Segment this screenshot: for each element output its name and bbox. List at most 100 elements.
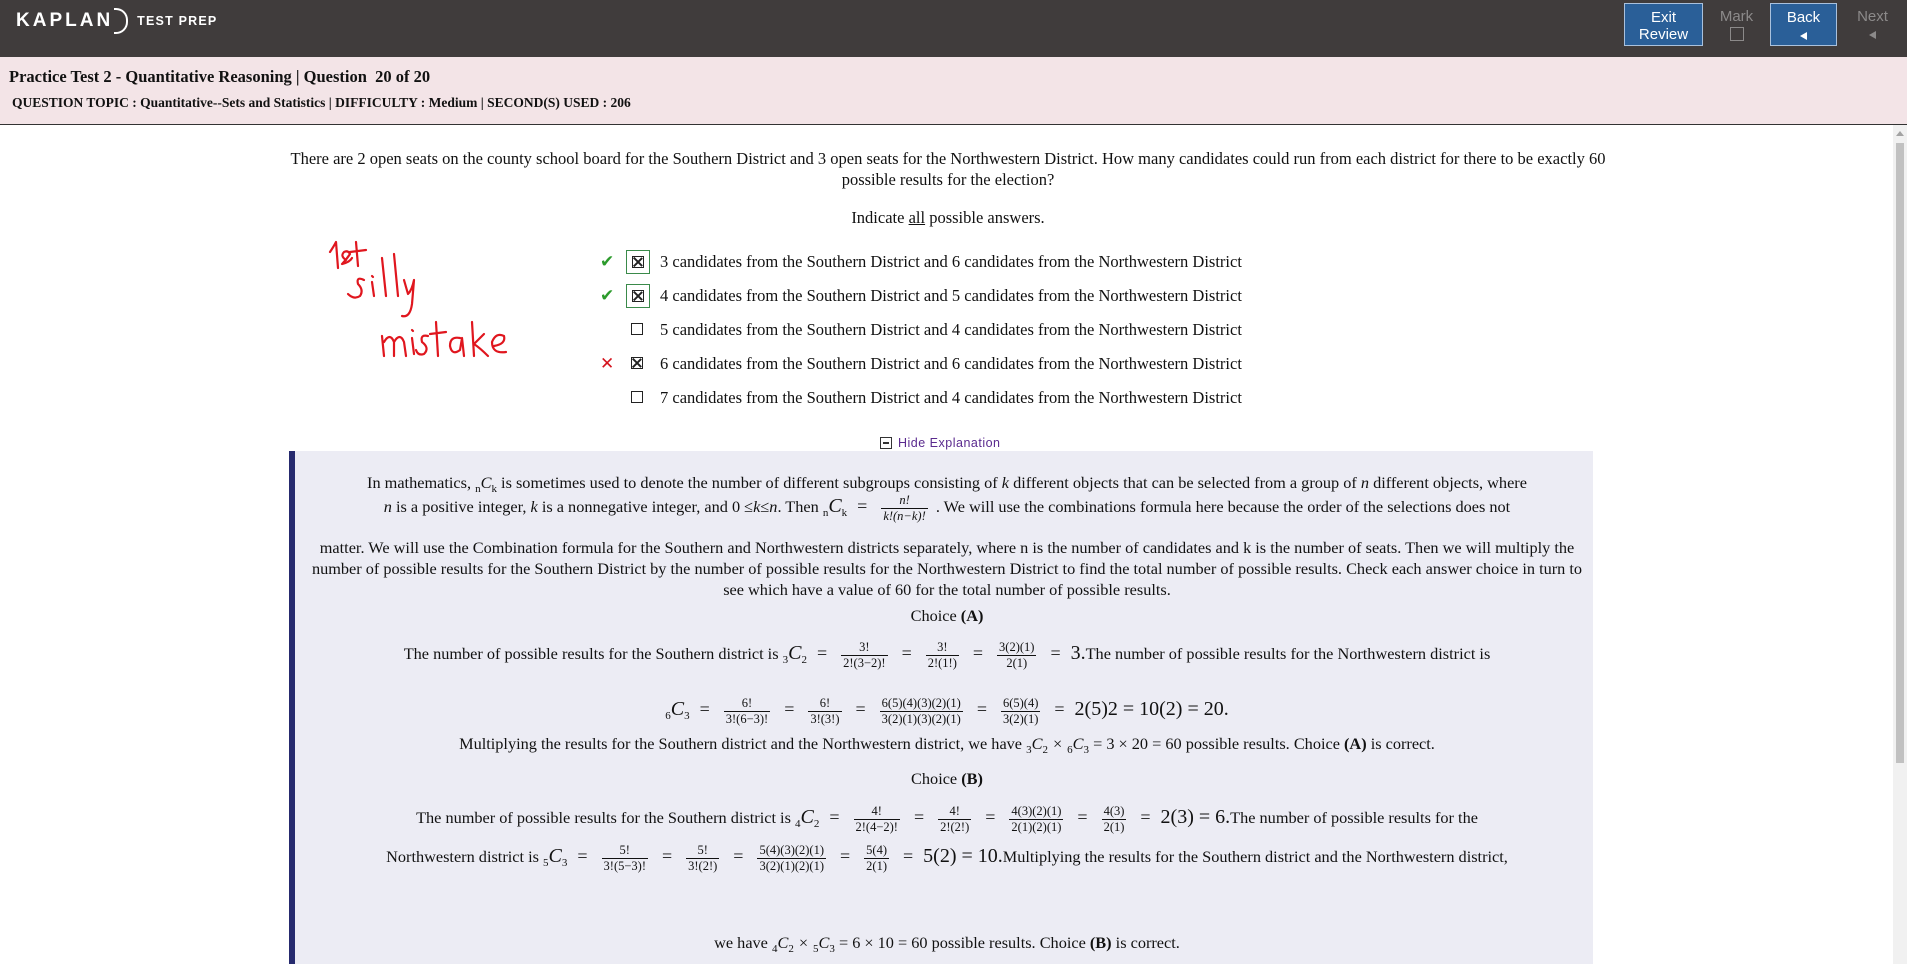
fraction: 6! 3!(6−3)! bbox=[723, 696, 771, 727]
frac-num: 4! bbox=[938, 804, 972, 820]
vertical-scrollbar[interactable] bbox=[1893, 125, 1907, 964]
logo-arc-icon bbox=[114, 8, 129, 34]
checkbox-unchecked[interactable] bbox=[631, 323, 643, 335]
text-run: = 6 × 10 = 60 possible results. Choice bbox=[834, 933, 1090, 952]
var-k: k bbox=[1001, 473, 1009, 492]
text-run: In mathematics, bbox=[367, 473, 476, 492]
fraction: 4! 2!(4−2)! bbox=[853, 804, 900, 835]
checkbox-frame[interactable] bbox=[626, 250, 650, 274]
logo-word: KAPLAN bbox=[16, 10, 114, 31]
next-button[interactable]: Next bbox=[1842, 3, 1903, 46]
text-run: is sometimes used to denote the number o… bbox=[496, 473, 1002, 492]
choice-a-southern-line: The number of possible results for the S… bbox=[403, 639, 1491, 671]
text-run: The number of possible results for the S… bbox=[403, 644, 783, 663]
text-run: Northwestern district is bbox=[386, 847, 544, 866]
checkbox-checked[interactable] bbox=[632, 290, 644, 302]
choice-label: Choice bbox=[910, 606, 961, 625]
page-title: Practice Test 2 - Quantitative Reasoning… bbox=[9, 67, 431, 86]
choice-letter: (A) bbox=[960, 606, 984, 625]
frac-den: 3!(6−3)! bbox=[725, 711, 769, 726]
c-5-3: 5C3 bbox=[543, 845, 568, 869]
fraction: 3! 2!(3−2)! bbox=[841, 640, 888, 671]
explanation-paragraph-3: matter. We will use the Combination form… bbox=[311, 538, 1583, 599]
checkbox-unchecked[interactable] bbox=[631, 391, 643, 403]
checkbox-frame[interactable] bbox=[626, 318, 650, 342]
back-arrow-icon bbox=[1800, 32, 1807, 40]
frac-num: 5! bbox=[686, 843, 720, 859]
frac-num: 5(4)(3)(2)(1) bbox=[757, 842, 827, 859]
choice-letter: (B) bbox=[961, 769, 983, 788]
frac-den: 2!(2!) bbox=[940, 819, 970, 834]
checkbox-frame[interactable] bbox=[626, 352, 650, 376]
var-n: n bbox=[1360, 473, 1370, 492]
hide-explanation-toggle[interactable]: Hide Explanation bbox=[880, 436, 1001, 450]
text-run: ≤ bbox=[760, 497, 770, 517]
frac-num: 6(5)(4)(3)(2)(1) bbox=[879, 695, 963, 712]
choice-letter: (B) bbox=[1089, 933, 1112, 952]
mark-button[interactable]: Mark bbox=[1709, 3, 1764, 46]
text-run: The number of possible results for the S… bbox=[416, 808, 795, 827]
frac-num: 5(4) bbox=[864, 842, 889, 859]
text-run: Multiplying the results for the Southern… bbox=[1002, 847, 1508, 866]
frac-den: 2!(1!) bbox=[927, 655, 957, 670]
fraction: 6(5)(4)(3)(2)(1) 3(2)(1)(3)(2)(1) bbox=[879, 695, 963, 727]
frac-den: 3!(3!) bbox=[810, 711, 840, 726]
next-label: Next bbox=[1857, 8, 1888, 25]
collapse-minus-icon bbox=[880, 437, 892, 449]
fraction: 4(3)(2)(1) 2(1)(2)(1) bbox=[1009, 803, 1064, 835]
checkbox-frame[interactable] bbox=[626, 386, 650, 410]
frac-den: 3(2)(1)(2)(1) bbox=[759, 858, 825, 873]
frac-den: 2(1) bbox=[1006, 655, 1028, 670]
text-run: . Then bbox=[777, 497, 823, 517]
incorrect-x-icon: ✕ bbox=[600, 354, 615, 374]
back-button[interactable]: Back bbox=[1770, 3, 1837, 46]
choice-b-northwestern-line: Northwestern district is 5C3 = 5! 3!(5−3)! =… bbox=[386, 842, 1508, 874]
fraction: 6! 3!(3!) bbox=[808, 696, 842, 727]
frac-num: 3! bbox=[925, 640, 959, 656]
combination-fraction: n! k!(n−k)! bbox=[881, 493, 928, 524]
back-label: Back bbox=[1786, 9, 1821, 26]
text-run: is correct. bbox=[1366, 734, 1435, 753]
frac-den: 3(2)(1) bbox=[1002, 711, 1039, 726]
scroll-thumb[interactable] bbox=[1896, 143, 1904, 763]
result-value: 2(5)2 = 10(2) = 20. bbox=[1074, 698, 1229, 720]
explanation-panel: In mathematics, nCk is sometimes used to… bbox=[289, 451, 1593, 964]
explanation-line-2: n is a positive integer, k is a nonnegat… bbox=[383, 493, 1511, 524]
fraction: 4(3) 2(1) bbox=[1101, 804, 1127, 835]
checkbox-checked[interactable] bbox=[632, 256, 644, 268]
fraction: 3(2)(1) 2(1) bbox=[997, 640, 1037, 671]
scroll-up-arrow-icon[interactable] bbox=[1896, 131, 1904, 136]
frac-den: 2(1)(2)(1) bbox=[1011, 819, 1062, 834]
text-run: different objects that can be selected f… bbox=[1009, 473, 1361, 492]
frac-num: 4(3)(2)(1) bbox=[1009, 803, 1064, 820]
frac-num: 6! bbox=[808, 696, 842, 712]
handwritten-annotation bbox=[328, 240, 508, 358]
frac-num: 6! bbox=[723, 696, 771, 712]
ncr-formula-lhs: nCk bbox=[822, 495, 848, 520]
exit-review-button[interactable]: Exit Review bbox=[1624, 3, 1703, 46]
c-6-3: 6C3 bbox=[665, 698, 690, 722]
choice-letter: (A) bbox=[1344, 734, 1367, 753]
checkbox-checked[interactable] bbox=[631, 357, 643, 369]
frac-den: 3!(5−3)! bbox=[603, 858, 646, 873]
frac-num: 6(5)(4) bbox=[1000, 695, 1041, 712]
text-run: The number of possible results for the bbox=[1230, 808, 1478, 827]
next-arrow-icon bbox=[1869, 31, 1876, 39]
choice-text: 3 candidates from the Southern District … bbox=[660, 252, 1242, 271]
fraction: 3! 2!(1!) bbox=[925, 640, 959, 671]
fraction: 5! 3!(2!) bbox=[686, 843, 720, 874]
frac-num: 4! bbox=[853, 804, 900, 820]
choice-b-heading: Choice (B) bbox=[301, 768, 1593, 789]
frac-num: 5! bbox=[601, 843, 648, 859]
text-run: we have bbox=[714, 933, 772, 952]
c-4-2-times-c-5-3: 4C2 × 5C3 bbox=[771, 933, 835, 955]
checkbox-frame[interactable] bbox=[626, 284, 650, 308]
ncr-notation: nCk bbox=[475, 473, 497, 495]
result-value: 3. bbox=[1070, 642, 1086, 664]
frac-den: 2!(3−2)! bbox=[843, 655, 886, 670]
text-run: Multiplying the results for the Southern… bbox=[459, 734, 1027, 753]
text-run: different objects, where bbox=[1369, 473, 1527, 492]
correct-check-icon: ✔ bbox=[600, 252, 615, 272]
instruction-pre: Indicate bbox=[851, 208, 909, 227]
frac-den: 2(1) bbox=[866, 858, 887, 873]
